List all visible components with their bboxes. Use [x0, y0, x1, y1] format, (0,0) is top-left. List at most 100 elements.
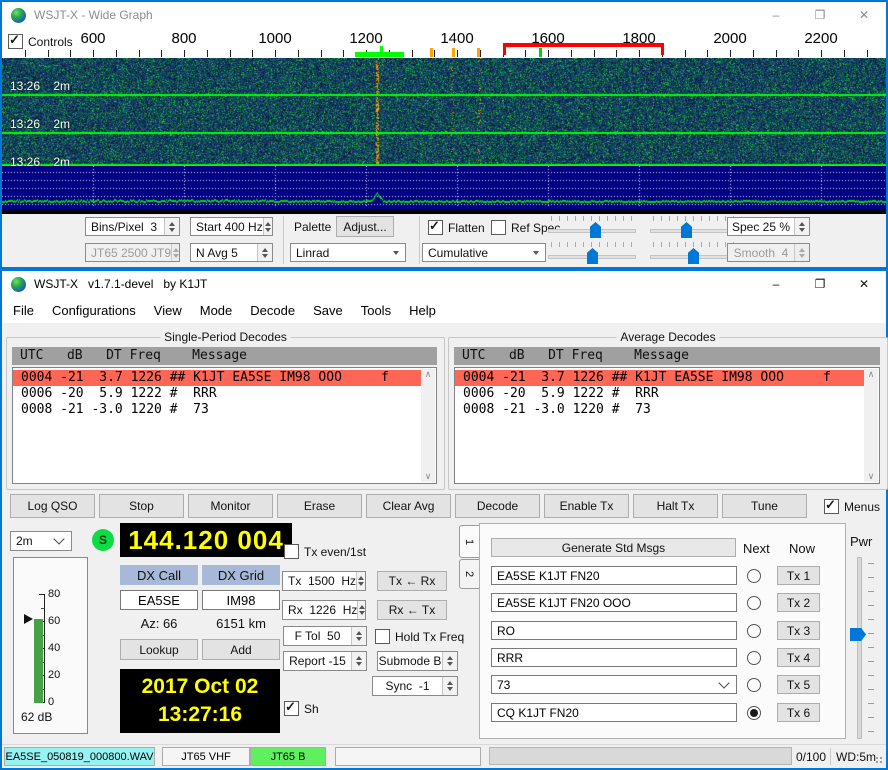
close-icon[interactable]: ✕: [842, 271, 886, 297]
controls-checkbox-box[interactable]: [8, 34, 23, 49]
scrollbar[interactable]: ∧∨: [421, 369, 435, 482]
tx-message-field-5[interactable]: 73: [491, 675, 737, 694]
now-tx2-button[interactable]: Tx 2: [777, 593, 820, 612]
flatten-checkbox[interactable]: Flatten: [428, 220, 485, 235]
enable-tx-button[interactable]: Enable Tx: [544, 494, 629, 518]
next-radio-2[interactable]: [747, 596, 761, 610]
decode-button[interactable]: Decode: [455, 494, 540, 518]
rx-freq-spinner[interactable]: Rx 1226 Hz: [282, 600, 366, 620]
tx-message-field-1[interactable]: EA5SE K1JT FN20: [491, 566, 737, 585]
now-tx6-button[interactable]: Tx 6: [777, 703, 820, 722]
resize-grip[interactable]: [875, 756, 884, 765]
now-tx4-button[interactable]: Tx 4: [777, 648, 820, 667]
now-tx5-button[interactable]: Tx 5: [777, 675, 820, 694]
menu-save[interactable]: Save: [304, 299, 352, 322]
clear-avg-button[interactable]: Clear Avg: [366, 494, 451, 518]
submode-spinner[interactable]: Submode B: [377, 651, 458, 671]
tx-even-checkbox-box[interactable]: [284, 544, 299, 559]
controls-checkbox[interactable]: Controls: [8, 34, 73, 49]
tx-message-field-3[interactable]: RO: [491, 621, 737, 640]
menu-tools[interactable]: Tools: [352, 299, 400, 322]
flatten-checkbox-box[interactable]: [428, 220, 443, 235]
display-mode-combo[interactable]: Cumulative: [422, 243, 546, 262]
sync-spinner[interactable]: Sync -1: [372, 676, 458, 696]
tx-even-checkbox[interactable]: Tx even/1st: [284, 544, 366, 559]
menus-checkbox-box[interactable]: [824, 499, 839, 514]
pwr-slider-track[interactable]: [857, 557, 862, 739]
tx-freq-spinner[interactable]: Tx 1500 Hz: [282, 571, 366, 591]
halt-tx-button[interactable]: Halt Tx: [633, 494, 718, 518]
lookup-button[interactable]: Lookup: [120, 639, 198, 660]
n-avg-spinner[interactable]: N Avg 5: [190, 243, 273, 262]
next-radio-1[interactable]: [747, 569, 761, 583]
tx-from-rx-button[interactable]: Tx ← Rx: [377, 571, 447, 591]
decode-row[interactable]: 0004 -21 3.7 1226 ## K1JT EA5SE IM98 OOO…: [13, 370, 421, 386]
gain-slider-2[interactable]: [548, 242, 636, 264]
scroll-down-icon[interactable]: ∨: [868, 471, 875, 482]
now-tx3-button[interactable]: Tx 3: [777, 621, 820, 640]
maximize-icon[interactable]: ❐: [798, 2, 842, 28]
wide-graph-titlebar[interactable]: WSJT-X - Wide Graph – ❐ ✕: [2, 2, 886, 28]
scroll-down-icon[interactable]: ∨: [425, 471, 432, 482]
palette-combo[interactable]: Linrad: [290, 243, 406, 262]
decode-row[interactable]: 0008 -21 -3.0 1220 # 73: [455, 402, 864, 418]
menus-checkbox[interactable]: Menus: [824, 499, 880, 514]
sh-checkbox[interactable]: Sh: [284, 701, 319, 716]
tx-message-field-6[interactable]: CQ K1JT FN20: [491, 703, 737, 722]
menu-help[interactable]: Help: [400, 299, 445, 322]
bins-pixel-spinner[interactable]: Bins/Pixel 3: [85, 217, 180, 236]
erase-button[interactable]: Erase: [277, 494, 362, 518]
minimize-icon[interactable]: –: [754, 2, 798, 28]
dx-grid-label[interactable]: DX Grid: [202, 565, 280, 585]
rig-status-indicator[interactable]: S: [92, 529, 114, 551]
tab-1[interactable]: 1: [459, 525, 480, 558]
sh-checkbox-box[interactable]: [284, 701, 299, 716]
scroll-up-icon[interactable]: ∧: [868, 369, 875, 380]
log-qso-button[interactable]: Log QSO: [10, 494, 95, 518]
rx-from-tx-button[interactable]: Rx ← Tx: [377, 600, 447, 620]
scroll-up-icon[interactable]: ∧: [425, 369, 432, 380]
pwr-slider-handle[interactable]: [850, 628, 866, 641]
stop-button[interactable]: Stop: [99, 494, 184, 518]
menu-decode[interactable]: Decode: [241, 299, 304, 322]
frequency-ruler[interactable]: Controls 6008001000120014001600180020002…: [2, 28, 886, 58]
decode-row[interactable]: 0006 -20 5.9 1222 # RRR: [13, 386, 421, 402]
next-radio-3[interactable]: [747, 624, 761, 638]
tab-2[interactable]: 2: [459, 559, 480, 589]
average-decode-list[interactable]: 0004 -21 3.7 1226 ## K1JT EA5SE IM98 OOO…: [454, 367, 880, 484]
close-icon[interactable]: ✕: [842, 2, 886, 28]
decode-row[interactable]: 0008 -21 -3.0 1220 # 73: [13, 402, 421, 418]
waterfall-display[interactable]: 13:26 2m13:26 2m13:26 2m: [2, 58, 886, 166]
monitor-button[interactable]: Monitor: [188, 494, 273, 518]
adjust-button[interactable]: Adjust...: [336, 216, 394, 237]
ref-spec-checkbox-box[interactable]: [491, 220, 506, 235]
next-radio-5[interactable]: [747, 678, 761, 692]
menu-mode[interactable]: Mode: [191, 299, 242, 322]
dx-grid-field[interactable]: IM98: [202, 590, 280, 610]
start-hz-spinner[interactable]: Start 400 Hz: [190, 217, 273, 236]
menu-file[interactable]: File: [4, 299, 43, 322]
minimize-icon[interactable]: –: [754, 271, 798, 297]
f-tol-spinner[interactable]: F Tol 50: [283, 626, 367, 646]
gain-slider-1[interactable]: [548, 216, 636, 238]
now-tx1-button[interactable]: Tx 1: [777, 566, 820, 585]
tune-button[interactable]: Tune: [722, 494, 807, 518]
add-button[interactable]: Add: [202, 639, 280, 660]
maximize-icon[interactable]: ❐: [798, 271, 842, 297]
spec-percent-spinner[interactable]: Spec 25 %: [727, 217, 810, 236]
scrollbar[interactable]: ∧∨: [864, 369, 878, 482]
next-radio-4[interactable]: [747, 651, 761, 665]
dx-call-label[interactable]: DX Call: [120, 565, 198, 585]
menu-configurations[interactable]: Configurations: [43, 299, 145, 322]
decode-row[interactable]: 0004 -21 3.7 1226 ## K1JT EA5SE IM98 OOO…: [455, 370, 864, 386]
generate-std-msgs-button[interactable]: Generate Std Msgs: [491, 538, 736, 557]
tx-message-field-4[interactable]: RRR: [491, 648, 737, 667]
decode-row[interactable]: 0006 -20 5.9 1222 # RRR: [455, 386, 864, 402]
main-titlebar[interactable]: WSJT-X v1.7.1-devel by K1JT – ❐ ✕: [2, 271, 886, 297]
single-period-decode-list[interactable]: 0004 -21 3.7 1226 ## K1JT EA5SE IM98 OOO…: [12, 367, 437, 484]
menu-view[interactable]: View: [145, 299, 191, 322]
dx-call-field[interactable]: EA5SE: [120, 590, 198, 610]
next-radio-6[interactable]: [747, 706, 761, 720]
band-combo[interactable]: 2m: [10, 531, 72, 551]
hold-tx-freq-checkbox-box[interactable]: [375, 629, 390, 644]
